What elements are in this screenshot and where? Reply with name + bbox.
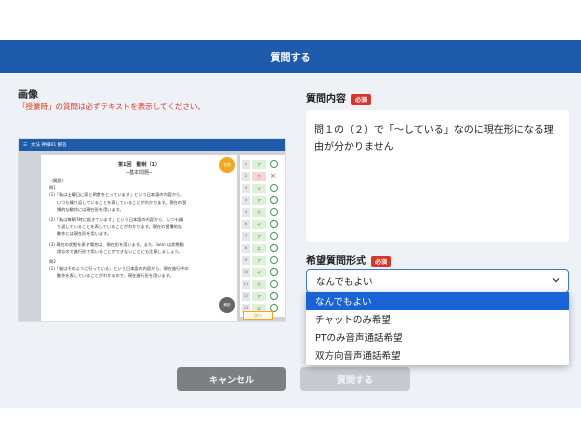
answer-value: イ bbox=[252, 220, 266, 229]
answer-row: 11 ウ bbox=[242, 279, 285, 290]
modal-header: 質問する bbox=[0, 40, 581, 73]
answer-number: 12 bbox=[242, 292, 250, 301]
answer-row: 2 ウ × bbox=[242, 171, 285, 182]
answer-value: イ bbox=[252, 184, 266, 193]
answer-number: 2 bbox=[242, 172, 250, 181]
cancel-button[interactable]: キャンセル bbox=[177, 367, 286, 391]
format-select-value: なんでもよい bbox=[316, 277, 373, 288]
format-select[interactable]: なんでもよい bbox=[306, 269, 569, 293]
top-margin bbox=[0, 0, 581, 40]
answer-row: 12 ア bbox=[242, 291, 285, 302]
answer-number: 8 bbox=[242, 244, 250, 253]
preview-explain-label: 解説 bbox=[223, 302, 231, 307]
modal-title: 質問する bbox=[270, 53, 311, 64]
preview-app-title: 文法 神様61 解答 bbox=[31, 143, 67, 148]
correct-icon bbox=[270, 184, 278, 192]
preview-document: 第1回 動制（1） ─基本問題─ 〈解説〉 問1 (1)「私は土曜日に家と朝食を… bbox=[41, 155, 237, 321]
submit-button[interactable]: 質問する bbox=[300, 367, 410, 391]
image-section-label: 画像 bbox=[18, 90, 38, 101]
correct-icon bbox=[270, 280, 278, 288]
answer-number: 3 bbox=[242, 184, 250, 193]
chevron-down-icon bbox=[552, 278, 560, 283]
preview-next-button[interactable]: 次へ bbox=[243, 311, 273, 320]
correct-icon bbox=[270, 160, 278, 168]
correct-icon bbox=[270, 256, 278, 264]
answer-value: ア bbox=[252, 196, 266, 205]
format-option[interactable]: 双方向音声通話希望 bbox=[306, 346, 569, 364]
answer-value: ウ bbox=[252, 208, 266, 217]
answer-number: 1 bbox=[242, 160, 250, 169]
answer-row: 6イ bbox=[242, 219, 285, 230]
answer-value: ウ bbox=[252, 172, 266, 181]
correct-icon bbox=[270, 244, 278, 252]
answer-value: エ bbox=[252, 244, 266, 253]
doc-line: 慣的な動作には現在形を用います。 bbox=[57, 206, 124, 212]
correct-icon bbox=[270, 196, 278, 204]
doc-line: 動作には現在形を用います。 bbox=[57, 231, 112, 237]
image-preview[interactable]: ☰ 文法 神様61 解答 第1回 動制（1） ─基本問題─ 〈解説〉 問1 (1… bbox=[18, 138, 286, 322]
format-option[interactable]: PTのみ音声通話希望 bbox=[306, 328, 569, 346]
correct-icon bbox=[270, 208, 278, 216]
format-option[interactable]: チャットのみ希望 bbox=[306, 310, 569, 328]
doc-line: (3) 現在の状態を表す場合は、現在形を用います。また、bem は状態動 bbox=[49, 241, 184, 247]
doc-line: いつも繰り返していることを表していることがわかります。現在の習 bbox=[57, 199, 187, 205]
wrong-icon: × bbox=[270, 172, 276, 180]
doc-line: (1)「私は土曜日に家と朝食をとっています」という日本語の内容から、 bbox=[49, 192, 185, 198]
preview-body: 第1回 動制（1） ─基本問題─ 〈解説〉 問1 (1)「私は土曜日に家と朝食を… bbox=[19, 151, 285, 321]
format-section-label: 希望質問形式 必須 bbox=[306, 252, 392, 267]
preview-question-button[interactable]: 質問 bbox=[219, 157, 235, 173]
answer-sheet: 1 ア 2 ウ × 3 イ 4 ア 5 ウ 6 イ 7 ア 8 エ 9 ア 10 イ 11 ウ 12 ア 13 エ bbox=[240, 155, 285, 317]
answer-value: ア bbox=[252, 256, 266, 265]
correct-icon bbox=[270, 232, 278, 240]
answer-row: 10 イ bbox=[242, 267, 285, 278]
answer-row: 7ア bbox=[242, 231, 285, 242]
doc-line: 〈解説〉 bbox=[49, 178, 66, 183]
question-section-label: 質問内容 必須 bbox=[306, 90, 372, 105]
preview-explain-button[interactable]: 解説 bbox=[219, 297, 235, 313]
doc-line: 問1 bbox=[49, 185, 56, 191]
answer-value: ア bbox=[252, 232, 266, 241]
answer-number: 4 bbox=[242, 196, 250, 205]
format-option[interactable]: なんでもよい bbox=[306, 292, 569, 310]
answer-number: 10 bbox=[242, 268, 250, 277]
answer-value: イ bbox=[252, 268, 266, 277]
doc-line: (2)「私は毎朝7時に起きています」という日本語の内容から、いつも繰 bbox=[49, 217, 184, 223]
required-badge: 必須 bbox=[351, 93, 372, 105]
doc-line: 動作を表していることがわかるので、現在進行形を用います。 bbox=[57, 273, 174, 279]
answer-value: ア bbox=[252, 292, 266, 301]
answer-number: 5 bbox=[242, 208, 250, 217]
answer-value: ア bbox=[252, 160, 266, 169]
doc-line: 詞なので進行形で用いることができないことにも注意しましょう。 bbox=[57, 248, 183, 254]
preview-question-label: 質問 bbox=[223, 162, 231, 167]
format-label-text: 希望質問形式 bbox=[306, 256, 366, 267]
answer-number: 11 bbox=[242, 280, 250, 289]
doc-line: り返していることを表していることがわかります。現在の習慣的な bbox=[57, 224, 182, 230]
doc-line: (1)「彼はそのように行っている」という日本語の内容から、現在進行中の bbox=[49, 266, 189, 272]
doc-title: 第1回 動制（1） bbox=[118, 162, 160, 168]
doc-line: 問2 bbox=[49, 259, 56, 265]
question-label-text: 質問内容 bbox=[306, 94, 346, 105]
correct-icon bbox=[270, 268, 278, 276]
answer-row: 9ア bbox=[242, 255, 285, 266]
doc-subtitle: ─基本問題─ bbox=[125, 170, 153, 176]
answer-row: 4ア bbox=[242, 195, 285, 206]
answer-row: 3イ bbox=[242, 183, 285, 194]
answer-number: 6 bbox=[242, 220, 250, 229]
answer-row: 1ア bbox=[242, 159, 285, 170]
preview-app-bar: ☰ 文法 神様61 解答 bbox=[19, 139, 285, 151]
image-warning: 「授業時」の質問は必ずテキストを表示してください。 bbox=[18, 102, 205, 111]
format-dropdown: なんでもよい チャットのみ希望 PTのみ音声通話希望 双方向音声通話希望 bbox=[306, 292, 569, 365]
answer-value: ウ bbox=[252, 280, 266, 289]
answer-number: 7 bbox=[242, 232, 250, 241]
correct-icon bbox=[270, 292, 278, 300]
answer-row: 8エ bbox=[242, 243, 285, 254]
answer-number: 9 bbox=[242, 256, 250, 265]
correct-icon bbox=[270, 220, 278, 228]
required-badge: 必須 bbox=[371, 255, 392, 267]
menu-icon: ☰ bbox=[23, 142, 28, 148]
answer-row: 5ウ bbox=[242, 207, 285, 218]
question-textarea[interactable]: 問１の（２）で「〜している」なのに現在形になる理由が分かりません bbox=[306, 110, 569, 242]
